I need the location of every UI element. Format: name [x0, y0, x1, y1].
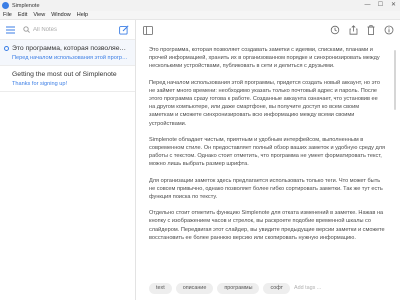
window-title: Simplenote [12, 2, 40, 9]
editor-toolbar [137, 20, 400, 40]
menu-edit[interactable]: Edit [15, 11, 30, 20]
new-note-icon[interactable] [119, 24, 129, 35]
tag-chip[interactable]: text [149, 282, 172, 294]
note-title: Getting the most out of Simplenote [12, 71, 117, 78]
minimize-button[interactable]: — [361, 0, 374, 11]
simplenote-logo-icon [2, 2, 9, 9]
tag-bar: text описание программы софт [149, 281, 389, 295]
share-icon[interactable] [349, 25, 358, 35]
history-icon[interactable] [330, 25, 340, 35]
note-title: Это программа, которая позволяет соз... [12, 45, 129, 52]
editor-pane: Это программа, которая позволяет создава… [137, 20, 400, 300]
note-paragraph: Для организации заметок здесь предлагает… [149, 177, 383, 201]
menu-help[interactable]: Help [74, 11, 91, 20]
editor-scrollbar[interactable] [394, 50, 396, 110]
info-icon[interactable] [384, 25, 394, 35]
note-content[interactable]: Это программа, которая позволяет создава… [149, 46, 385, 271]
pin-indicator-icon [4, 46, 9, 51]
maximize-button[interactable]: ☐ [374, 0, 387, 11]
search-input[interactable] [33, 26, 103, 33]
note-list-item[interactable]: Это программа, которая позволяет соз... … [0, 40, 135, 66]
search-bar [23, 26, 119, 33]
note-paragraph: Simplenote обладает чистым, приятным и у… [149, 136, 385, 168]
close-button[interactable]: ✕ [387, 0, 400, 11]
menu-view[interactable]: View [30, 11, 48, 20]
note-preview: Перед началом использования этой програм… [12, 55, 129, 61]
sidebar-toolbar [0, 20, 135, 40]
tag-chip[interactable]: программы [217, 282, 260, 294]
window-controls: — ☐ ✕ [361, 0, 400, 11]
search-icon [23, 26, 30, 33]
menu-bar: File Edit View Window Help [0, 11, 400, 20]
trash-icon[interactable] [367, 25, 375, 35]
note-list-item[interactable]: Getting the most out of Simplenote Thank… [0, 66, 135, 92]
add-tag-input[interactable] [294, 285, 335, 291]
note-preview: Thanks for signing up! [12, 81, 68, 87]
note-paragraph: Это программа, которая позволяет создава… [149, 47, 380, 70]
sidebar: Это программа, которая позволяет соз... … [0, 20, 136, 300]
menu-file[interactable]: File [0, 11, 15, 20]
sidebar-toggle-icon[interactable] [143, 25, 153, 35]
note-paragraph: Отдельно стоит отметить функцию Simpleno… [149, 210, 385, 241]
tag-chip[interactable]: софт [263, 282, 291, 294]
menu-window[interactable]: Window [48, 11, 74, 20]
title-bar: Simplenote — ☐ ✕ [0, 0, 400, 11]
menu-toggle-icon[interactable] [6, 26, 15, 34]
tag-chip[interactable]: описание [175, 282, 214, 294]
editor-actions [330, 25, 394, 35]
note-paragraph: Перед началом использования этой програм… [149, 79, 380, 127]
